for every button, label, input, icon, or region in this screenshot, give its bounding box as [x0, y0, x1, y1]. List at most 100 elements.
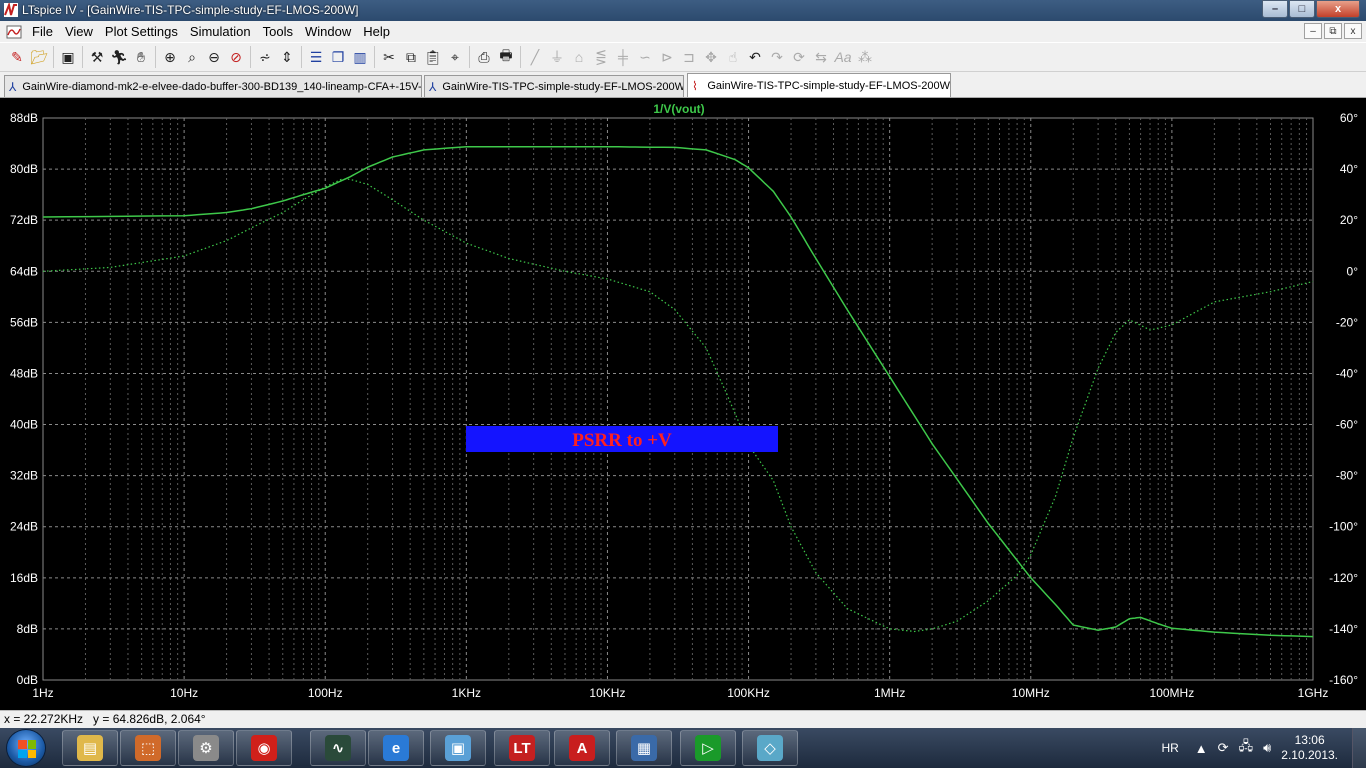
print-setup-icon[interactable]: ⎙ — [473, 46, 495, 68]
x-tick-label: 100Hz — [308, 686, 343, 700]
left-tick-label: 80dB — [10, 162, 38, 176]
new-schematic-icon[interactable]: ✎ — [6, 46, 28, 68]
document-viewer-icon: ▦ — [631, 735, 657, 761]
ground-icon[interactable]: ⏚ — [546, 46, 568, 68]
save-icon[interactable]: ▣ — [57, 46, 79, 68]
menu-plot-settings[interactable]: Plot Settings — [99, 24, 184, 39]
pan-icon[interactable]: ✋︎ — [130, 46, 152, 68]
capacitor-icon[interactable]: ╪ — [612, 46, 634, 68]
minimize-button[interactable]: – — [1262, 0, 1288, 18]
taskbar-app-explorer[interactable]: ▤ — [62, 730, 118, 766]
taskbar-app-oscilloscope[interactable]: ∿ — [310, 730, 366, 766]
label-icon[interactable]: ⌂ — [568, 46, 590, 68]
close-button[interactable]: x — [1316, 0, 1360, 18]
internet-explorer-icon: e — [383, 735, 409, 761]
tab-label: GainWire-TIS-TPC-simple-study-EF-LMOS-20… — [442, 80, 684, 93]
vertical-autorange-icon[interactable]: ⇕ — [276, 46, 298, 68]
taskbar-app-pdf-reader[interactable]: A — [554, 730, 610, 766]
magnitude-trace — [42, 145, 1314, 638]
taskbar-app-security[interactable]: ◉ — [236, 730, 292, 766]
control-panel-icon[interactable]: ⚒ — [86, 46, 108, 68]
wire-icon[interactable]: ╱ — [524, 46, 546, 68]
taskbar-app-notes[interactable]: ◇ — [742, 730, 798, 766]
resistor-icon[interactable]: ⋚ — [590, 46, 612, 68]
toolbar-divider — [82, 46, 83, 68]
autorange-icon[interactable]: ⩫ — [254, 46, 276, 68]
undo-icon[interactable]: ↶ — [744, 46, 766, 68]
window-title: LTspice IV - [GainWire-TIS-TPC-simple-st… — [22, 3, 359, 17]
sync-icon[interactable]: ⟳ — [1218, 740, 1229, 756]
right-tick-label: 40° — [1340, 162, 1358, 176]
menu-view[interactable]: View — [59, 24, 99, 39]
network-icon[interactable]: 🖧︎ — [1239, 737, 1254, 759]
show-desktop-button[interactable] — [1352, 728, 1366, 768]
mirror-icon[interactable]: ⇆ — [810, 46, 832, 68]
zoom-area-icon[interactable]: ⌕ — [181, 46, 203, 68]
print-icon[interactable]: 🖶︎ — [495, 46, 517, 68]
clock-time: 13:06 — [1294, 733, 1325, 747]
menu-help[interactable]: Help — [357, 24, 396, 39]
tile-horizontal-icon[interactable]: ☰ — [305, 46, 327, 68]
toolbar-divider — [301, 46, 302, 68]
explorer-icon: ▤ — [77, 735, 103, 761]
security-icon: ◉ — [251, 735, 277, 761]
chevron-up-icon[interactable]: ▲ — [1195, 741, 1208, 756]
zoom-out-icon[interactable]: ⊖ — [203, 46, 225, 68]
language-indicator[interactable]: HR — [1161, 741, 1178, 755]
taskbar-app-ltspice[interactable]: LT — [494, 730, 550, 766]
cursor-readout: x = 22.272KHz y = 64.826dB, 2.064° — [4, 712, 206, 726]
drag-icon[interactable]: ☝ — [722, 46, 744, 68]
rotate-icon[interactable]: ⟳ — [788, 46, 810, 68]
redo-icon[interactable]: ↷ — [766, 46, 788, 68]
toolbar-divider — [374, 46, 375, 68]
cascade-icon[interactable]: ❐ — [327, 46, 349, 68]
tab-schematic-gainwire[interactable]: ⅄ GainWire-TIS-TPC-simple-study-EF-LMOS-… — [424, 75, 684, 97]
left-tick-label: 72dB — [10, 213, 38, 227]
taskbar-app-installer[interactable]: ⬚ — [120, 730, 176, 766]
taskbar-app-internet-explorer[interactable]: e — [368, 730, 424, 766]
windows-logo-icon — [18, 740, 36, 758]
zoom-cancel-icon[interactable]: ⊘ — [225, 46, 247, 68]
mdi-minimize-button[interactable]: – — [1304, 23, 1322, 39]
taskbar-app-tool[interactable]: ⚙ — [178, 730, 234, 766]
x-tick-label: 100KHz — [727, 686, 770, 700]
clock[interactable]: 13:06 2.10.2013. — [1281, 733, 1338, 763]
spice-directive-icon[interactable]: ⁂ — [854, 46, 876, 68]
diode-icon[interactable]: ⊳ — [656, 46, 678, 68]
find-icon[interactable]: ⌖ — [444, 46, 466, 68]
copy-icon[interactable]: ⧉ — [400, 46, 422, 68]
tab-schematic-diamond[interactable]: ⅄ GainWire-diamond-mk2-e-elvee-dado-buff… — [4, 75, 422, 97]
inductor-icon[interactable]: ∽ — [634, 46, 656, 68]
run-icon[interactable]: 🏃︎ — [108, 46, 130, 68]
volume-icon[interactable]: 🔊︎ — [1263, 740, 1271, 756]
mdi-close-button[interactable]: x — [1344, 23, 1362, 39]
zoom-in-icon[interactable]: ⊕ — [159, 46, 181, 68]
oscilloscope-icon: ∿ — [325, 735, 351, 761]
move-icon[interactable]: ✥ — [700, 46, 722, 68]
mdi-restore-button[interactable]: ⧉ — [1324, 23, 1342, 39]
annotation-text[interactable]: PSRR to +V — [572, 430, 672, 451]
menu-file[interactable]: File — [26, 24, 59, 39]
taskbar-app-file-manager[interactable]: ▣ — [430, 730, 486, 766]
left-tick-label: 16dB — [10, 571, 38, 585]
waveform-plot-pane[interactable]: 88dB 80dB 72dB 64dB 56dB 48dB 40dB 32dB 24dB 16dB… — [0, 98, 1366, 710]
component-icon[interactable]: ⊐ — [678, 46, 700, 68]
start-button[interactable] — [6, 729, 46, 767]
tab-waveform-gainwire[interactable]: ⌇ GainWire-TIS-TPC-simple-study-EF-LMOS-… — [687, 73, 951, 97]
menu-tools[interactable]: Tools — [257, 24, 299, 39]
left-tick-label: 88dB — [10, 111, 38, 125]
maximize-button[interactable]: □ — [1289, 0, 1315, 18]
toolbar: ✎ 📂︎ ▣ ⚒ 🏃︎ ✋︎ ⊕ ⌕ ⊖ ⊘ ⩫ ⇕ ☰ ❐ ▥ ✂ ⧉ 📋︎ … — [0, 42, 1366, 72]
open-icon[interactable]: 📂︎ — [28, 46, 50, 68]
paste-icon[interactable]: 📋︎ — [422, 46, 444, 68]
tile-vertical-icon[interactable]: ▥ — [349, 46, 371, 68]
menu-simulation[interactable]: Simulation — [184, 24, 257, 39]
trace-title[interactable]: 1/V(vout) — [653, 102, 704, 116]
x-tick-label: 1GHz — [1298, 686, 1329, 700]
menu-window[interactable]: Window — [299, 24, 357, 39]
taskbar-app-document-viewer[interactable]: ▦ — [616, 730, 672, 766]
taskbar-app-eagle[interactable]: ▷ — [680, 730, 736, 766]
text-icon[interactable]: Aa — [832, 46, 854, 68]
bode-plot[interactable]: 88dB 80dB 72dB 64dB 56dB 48dB 40dB 32dB 24dB 16dB… — [0, 98, 1366, 710]
cut-icon[interactable]: ✂ — [378, 46, 400, 68]
